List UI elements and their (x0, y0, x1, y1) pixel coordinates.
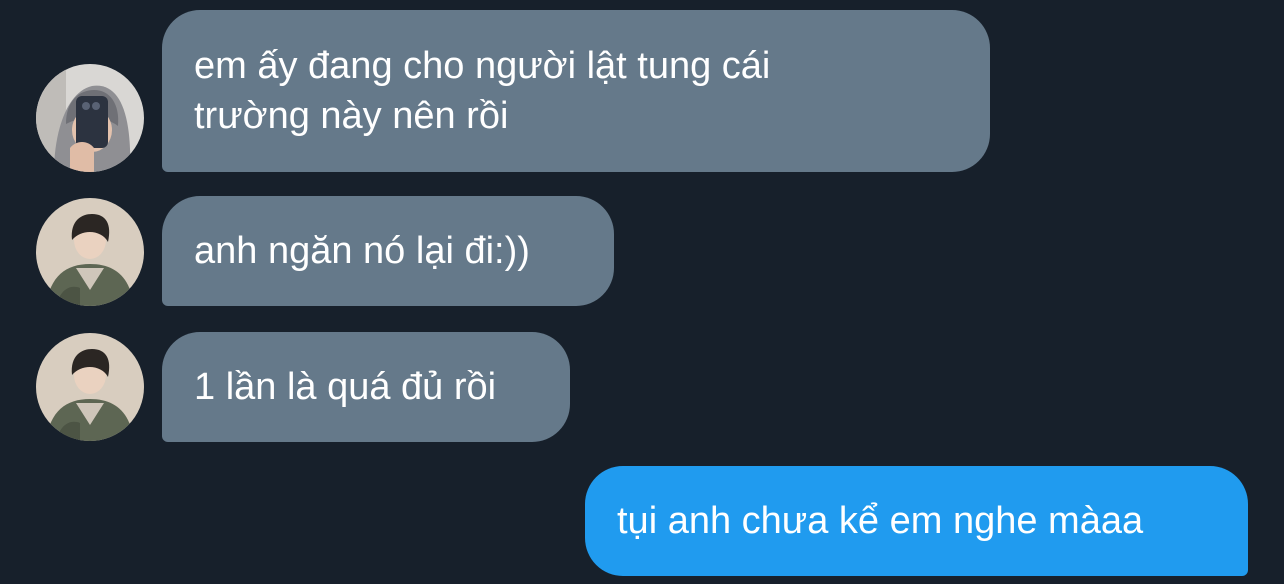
incoming-message-bubble[interactable]: 1 lần là quá đủ rồi (162, 332, 570, 442)
avatar-jacket-boy[interactable] (36, 333, 144, 441)
person-photo-icon (36, 64, 144, 172)
outgoing-message-bubble[interactable]: tụi anh chưa kể em nghe màaa (585, 466, 1248, 576)
message-text: tụi anh chưa kể em nghe màaa (617, 500, 1144, 542)
incoming-message-bubble[interactable]: anh ngăn nó lại đi:)) (162, 196, 614, 306)
person-photo-icon (36, 198, 144, 306)
chat-thread: em ấy đang cho người lật tung cái trường… (0, 0, 1284, 584)
message-text: anh ngăn nó lại đi:)) (194, 230, 530, 272)
person-photo-icon (36, 333, 144, 441)
avatar-jacket-boy[interactable] (36, 198, 144, 306)
avatar-mirror-selfie[interactable] (36, 64, 144, 172)
message-text: em ấy đang cho người lật tung cái trường… (194, 45, 771, 137)
incoming-message-bubble[interactable]: em ấy đang cho người lật tung cái trường… (162, 10, 990, 172)
message-text: 1 lần là quá đủ rồi (194, 366, 497, 408)
